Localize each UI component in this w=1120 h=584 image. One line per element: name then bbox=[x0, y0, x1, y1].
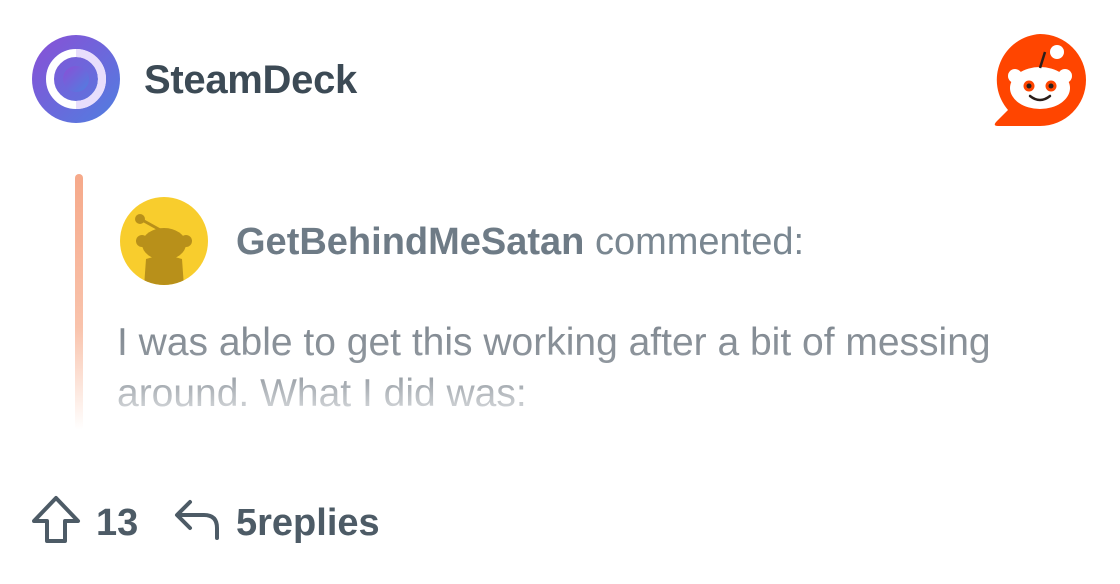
reply-arrow-icon[interactable] bbox=[172, 496, 222, 542]
snoo-avatar-icon[interactable] bbox=[120, 197, 208, 285]
vote-count: 13 bbox=[96, 502, 139, 544]
comment-actions: 13 5replies bbox=[0, 486, 1120, 566]
post-header: SteamDeck bbox=[0, 0, 1120, 150]
reddit-logo-icon[interactable] bbox=[990, 30, 1090, 130]
comment-thread-line bbox=[75, 174, 83, 430]
comment-text: I was able to get this working after a b… bbox=[117, 321, 991, 415]
subreddit-name[interactable]: SteamDeck bbox=[144, 58, 357, 103]
comment-action: commented: bbox=[594, 221, 805, 263]
upvote-arrow-icon[interactable] bbox=[30, 494, 82, 546]
steamdeck-logo-icon[interactable] bbox=[31, 34, 121, 124]
comment-author[interactable]: GetBehindMeSatan bbox=[236, 221, 584, 263]
replies-link[interactable]: 5replies bbox=[236, 502, 380, 545]
comment-header: GetBehindMeSatan commented: bbox=[236, 221, 804, 264]
